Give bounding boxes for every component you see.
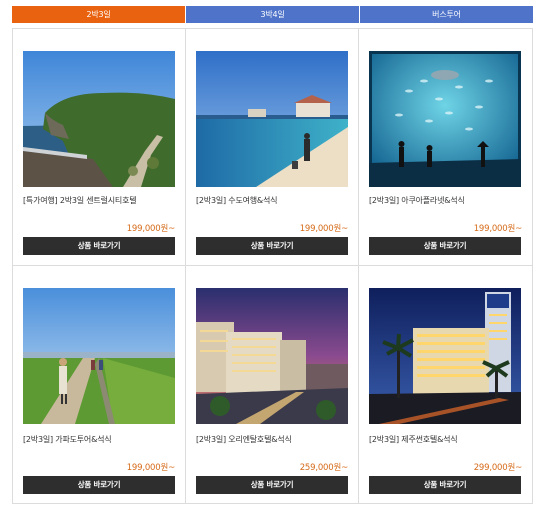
- product-card: [특가여행] 2박3일 센트럴시티호텔 199,000원~ 상품 바로가기: [13, 29, 186, 266]
- tab-2nights[interactable]: 2박3일: [12, 6, 185, 23]
- tab-3nights[interactable]: 3박4일: [185, 6, 359, 23]
- product-title[interactable]: [2박3일] 수도여행&석식: [196, 195, 351, 206]
- go-to-product-button[interactable]: 상품 바로가기: [196, 476, 348, 494]
- product-image-aquarium[interactable]: [369, 51, 521, 187]
- product-title[interactable]: [특가여행] 2박3일 센트럴시티호텔: [23, 195, 178, 206]
- product-title[interactable]: [2박3일] 아쿠아플라넷&석식: [369, 195, 524, 206]
- go-to-product-button[interactable]: 상품 바로가기: [369, 476, 521, 494]
- page: 2박3일 3박4일 버스투어 [특가여행] 2박3일 센트럴시티호텔 199,0…: [0, 0, 550, 506]
- product-price: 199,000원~: [473, 224, 522, 234]
- product-title[interactable]: [2박3일] 가파도투어&석식: [23, 434, 178, 445]
- product-card: [2박3일] 가파도투어&석식 199,000원~ 상품 바로가기: [13, 266, 186, 504]
- product-price: 199,000원~: [299, 224, 348, 234]
- go-to-product-button[interactable]: 상품 바로가기: [23, 476, 175, 494]
- product-image-hotel-night[interactable]: [369, 288, 521, 424]
- product-card: [2박3일] 수도여행&석식 199,000원~ 상품 바로가기: [186, 29, 359, 266]
- go-to-product-button[interactable]: 상품 바로가기: [369, 237, 521, 255]
- product-price: 199,000원~: [126, 463, 175, 473]
- tab-bus-tour[interactable]: 버스투어: [359, 6, 533, 23]
- go-to-product-button[interactable]: 상품 바로가기: [23, 237, 175, 255]
- product-image-hotel-dusk[interactable]: [196, 288, 348, 424]
- product-card: [2박3일] 오리엔탈호텔&석식 259,000원~ 상품 바로가기: [186, 266, 359, 504]
- product-price: 259,000원~: [299, 463, 348, 473]
- product-card: [2박3일] 아쿠아플라넷&석식 199,000원~ 상품 바로가기: [359, 29, 533, 266]
- product-image-walking-path[interactable]: [23, 288, 175, 424]
- product-title[interactable]: [2박3일] 제주썬호텔&석식: [369, 434, 524, 445]
- product-image-beach[interactable]: [196, 51, 348, 187]
- product-grid: [특가여행] 2박3일 센트럴시티호텔 199,000원~ 상품 바로가기 [2…: [12, 28, 533, 504]
- product-price: 299,000원~: [473, 463, 522, 473]
- product-image-coastal-cliff[interactable]: [23, 51, 175, 187]
- tab-bar: 2박3일 3박4일 버스투어: [12, 6, 533, 23]
- product-card: [2박3일] 제주썬호텔&석식 299,000원~ 상품 바로가기: [359, 266, 533, 504]
- product-price: 199,000원~: [126, 224, 175, 234]
- go-to-product-button[interactable]: 상품 바로가기: [196, 237, 348, 255]
- product-title[interactable]: [2박3일] 오리엔탈호텔&석식: [196, 434, 351, 445]
